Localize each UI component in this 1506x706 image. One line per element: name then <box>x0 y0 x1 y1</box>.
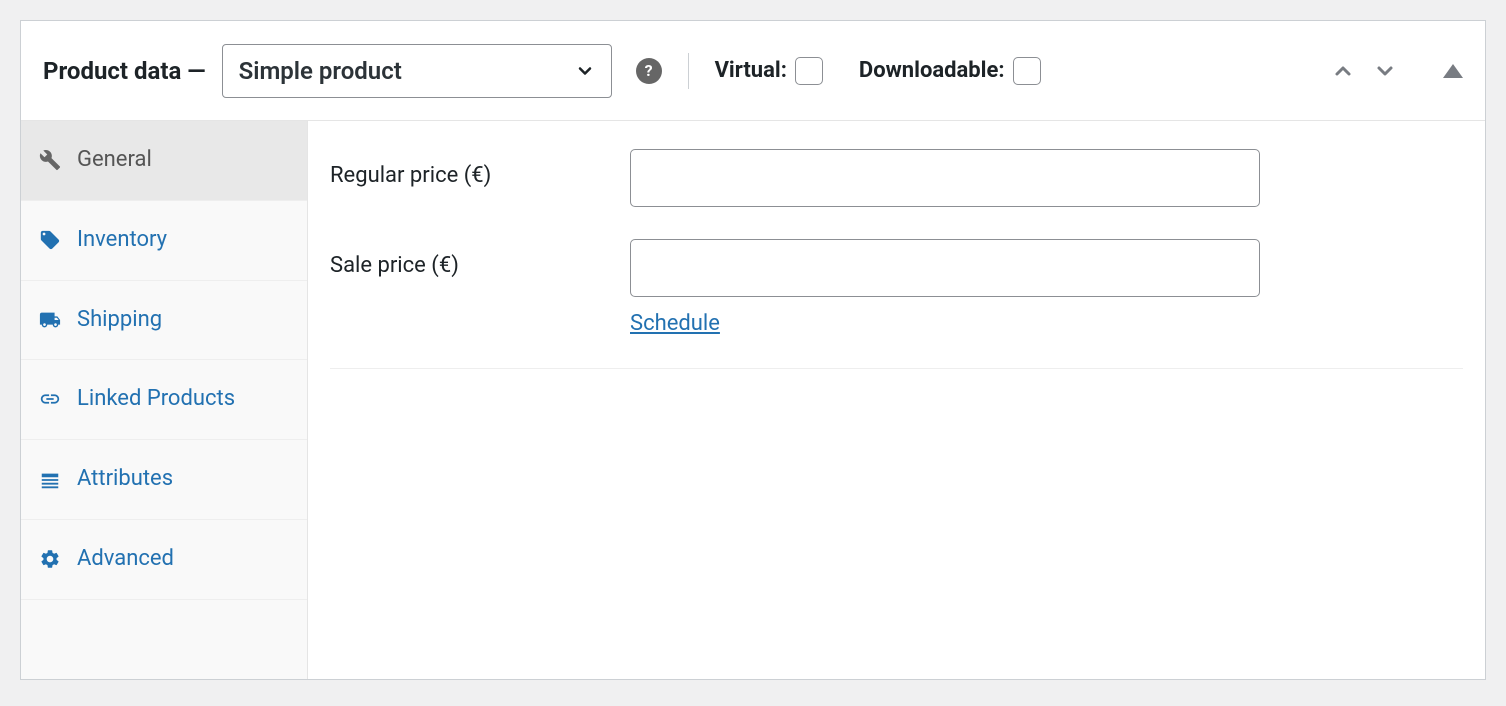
panel-body: General Inventory Shipping Linked Produc… <box>21 121 1485 679</box>
downloadable-checkbox-item: Downloadable: <box>859 57 1041 85</box>
sidebar-item-linked-products[interactable]: Linked Products <box>21 360 307 440</box>
panel-title: Product data — <box>43 57 206 85</box>
move-up-button[interactable] <box>1331 59 1355 83</box>
link-icon <box>39 388 61 410</box>
list-icon <box>39 469 61 491</box>
sidebar-item-advanced[interactable]: Advanced <box>21 520 307 600</box>
schedule-link[interactable]: Schedule <box>630 311 720 336</box>
truck-icon <box>39 309 61 331</box>
product-type-select[interactable]: Simple product <box>222 44 612 98</box>
header-controls <box>1331 59 1463 83</box>
sidebar-item-attributes[interactable]: Attributes <box>21 440 307 520</box>
chevron-down-icon <box>1373 59 1397 83</box>
sidebar-label: General <box>77 145 289 176</box>
product-type-value: Simple product <box>239 57 402 85</box>
sale-price-row: Sale price (€) Schedule <box>330 239 1463 336</box>
toggle-panel-button[interactable] <box>1443 64 1463 78</box>
regular-price-row: Regular price (€) <box>330 149 1463 207</box>
sidebar-label: Inventory <box>77 225 289 256</box>
panel-header: Product data — Simple product ? Virtual:… <box>21 21 1485 121</box>
sidebar-label: Linked Products <box>77 384 289 415</box>
wrench-icon <box>39 149 61 171</box>
product-data-panel: Product data — Simple product ? Virtual:… <box>20 20 1486 680</box>
downloadable-checkbox[interactable] <box>1013 57 1041 85</box>
sidebar-label: Shipping <box>77 305 289 336</box>
help-icon[interactable]: ? <box>636 58 662 84</box>
sidebar-item-general[interactable]: General <box>21 121 307 201</box>
sale-price-label: Sale price (€) <box>330 239 630 278</box>
regular-price-label: Regular price (€) <box>330 149 630 188</box>
sale-price-input[interactable] <box>630 239 1260 297</box>
virtual-checkbox[interactable] <box>795 57 823 85</box>
sidebar-item-shipping[interactable]: Shipping <box>21 281 307 361</box>
sidebar-item-inventory[interactable]: Inventory <box>21 201 307 281</box>
virtual-checkbox-item: Virtual: <box>715 57 823 85</box>
sidebar: General Inventory Shipping Linked Produc… <box>21 121 308 679</box>
downloadable-label: Downloadable: <box>859 58 1005 83</box>
tags-icon <box>39 229 61 251</box>
content-general: Regular price (€) Sale price (€) Schedul… <box>308 121 1485 679</box>
virtual-label: Virtual: <box>715 58 787 83</box>
divider <box>330 368 1463 369</box>
move-down-button[interactable] <box>1373 59 1397 83</box>
checkbox-group: Virtual: Downloadable: <box>715 57 1041 85</box>
chevron-up-icon <box>1331 59 1355 83</box>
gear-icon <box>39 548 61 570</box>
sidebar-label: Attributes <box>77 464 289 495</box>
regular-price-input[interactable] <box>630 149 1260 207</box>
sidebar-label: Advanced <box>77 544 289 575</box>
chevron-down-icon <box>575 61 595 81</box>
divider <box>688 53 689 89</box>
